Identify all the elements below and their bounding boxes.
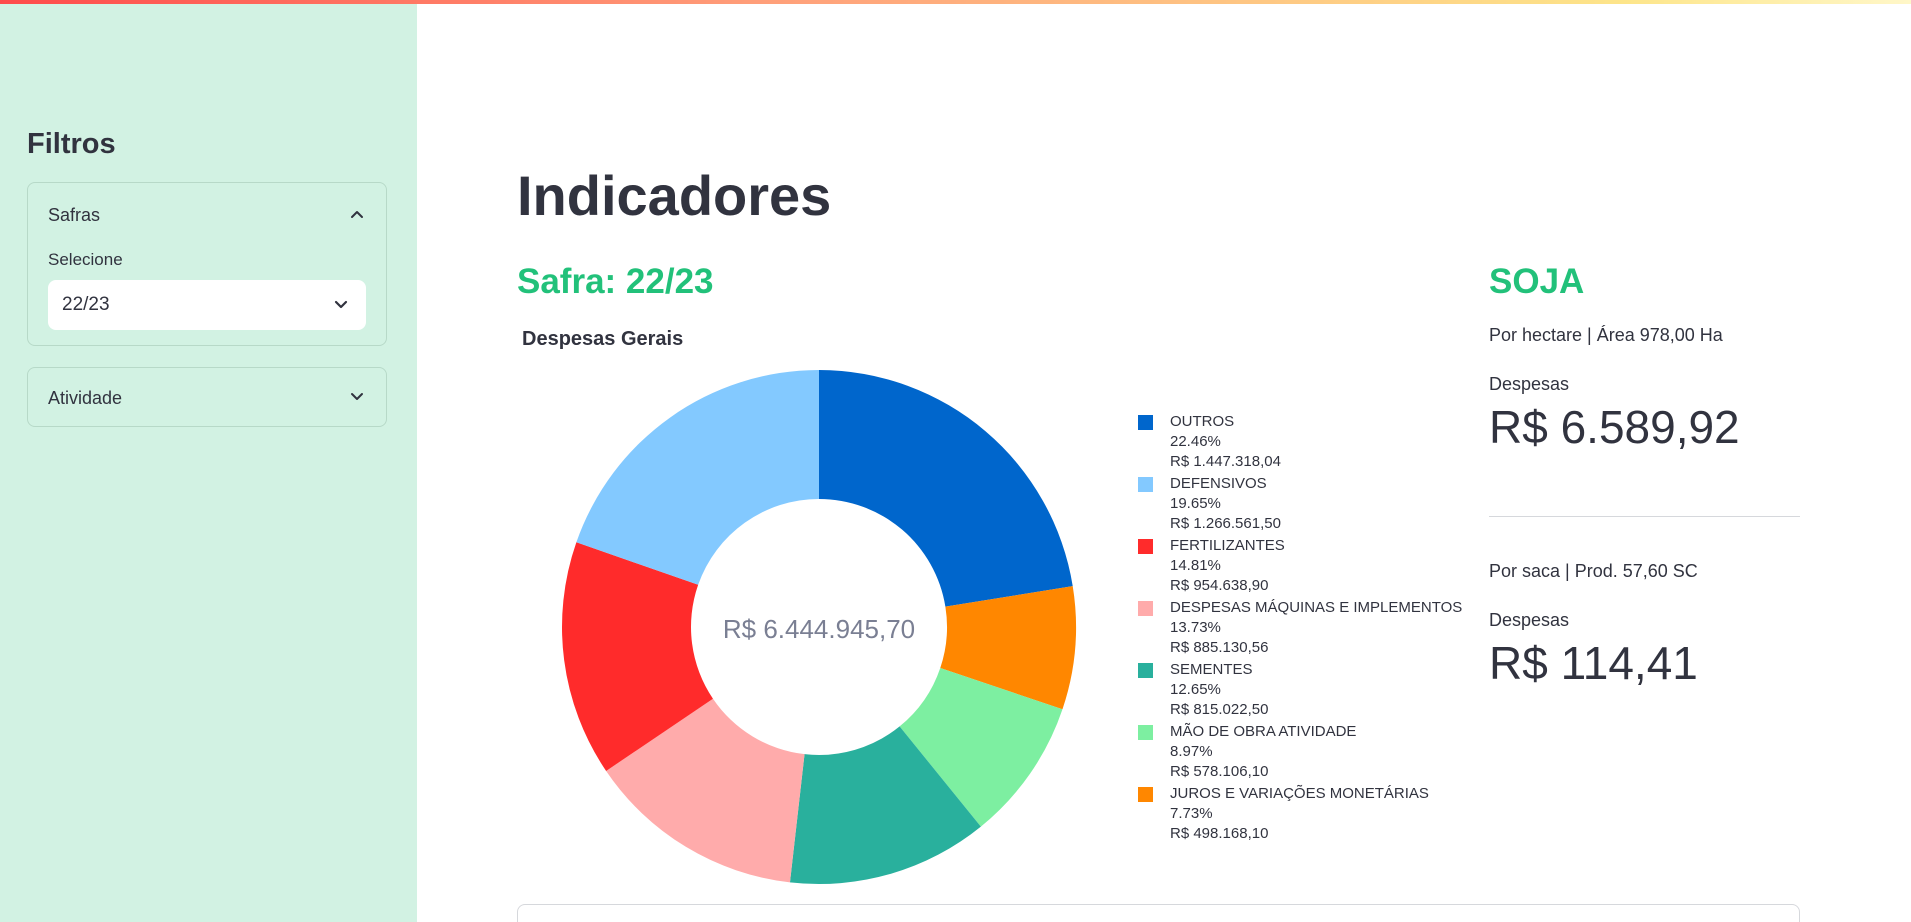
chart-legend: OUTROS 22.46% R$ 1.447.318,04 DEFENSIVOS 19.… <box>1136 412 1476 846</box>
legend-label: MÃO DE OBRA ATIVIDADE <box>1170 723 1357 740</box>
donut-slice[interactable] <box>576 370 819 585</box>
legend-amount: R$ 1.447.318,04 <box>1170 453 1281 470</box>
per-hectare-label: Despesas <box>1489 374 1570 394</box>
legend-item[interactable]: JUROS E VARIAÇÕES MONETÁRIAS 7.73% R$ 498.… <box>1136 784 1476 846</box>
legend-label: SEMENTES <box>1170 661 1253 678</box>
bottom-card <box>517 904 1800 922</box>
legend-text: SEMENTES 12.65% R$ 815.022,50 <box>1170 660 1268 720</box>
legend-label: FERTILIZANTES <box>1170 537 1285 554</box>
donut-chart: R$ 6.444.945,70 <box>562 370 1076 885</box>
legend-amount: R$ 885.130,56 <box>1170 639 1269 656</box>
donut-slice[interactable] <box>819 370 1073 607</box>
legend-item[interactable]: MÃO DE OBRA ATIVIDADE 8.97% R$ 578.106,10 <box>1136 722 1476 784</box>
legend-percent: 8.97% <box>1170 743 1213 760</box>
legend-text: DEFENSIVOS 19.65% R$ 1.266.561,50 <box>1170 474 1281 534</box>
legend-amount: R$ 815.022,50 <box>1170 701 1269 718</box>
legend-percent: 14.81% <box>1170 557 1221 574</box>
legend-swatch <box>1138 415 1153 430</box>
legend-label: OUTROS <box>1170 413 1235 430</box>
per-saca-label: Despesas <box>1489 610 1570 630</box>
legend-item[interactable]: SEMENTES 12.65% R$ 815.022,50 <box>1136 660 1476 722</box>
crop-heading: SOJA <box>1489 262 1585 301</box>
per-saca-caption: Por saca | Prod. 57,60 SC <box>1489 561 1698 581</box>
legend-text: FERTILIZANTES 14.81% R$ 954.638,90 <box>1170 536 1285 596</box>
legend-swatch <box>1138 725 1153 740</box>
legend-swatch <box>1138 663 1153 678</box>
legend-amount: R$ 498.168,10 <box>1170 825 1269 842</box>
legend-item[interactable]: DEFENSIVOS 19.65% R$ 1.266.561,50 <box>1136 474 1476 536</box>
legend-swatch <box>1138 601 1153 616</box>
legend-percent: 19.65% <box>1170 495 1221 512</box>
legend-percent: 7.73% <box>1170 805 1213 822</box>
legend-text: MÃO DE OBRA ATIVIDADE 8.97% R$ 578.106,10 <box>1170 722 1356 782</box>
legend-amount: R$ 578.106,10 <box>1170 763 1269 780</box>
legend-item[interactable]: FERTILIZANTES 14.81% R$ 954.638,90 <box>1136 536 1476 598</box>
legend-percent: 12.65% <box>1170 681 1221 698</box>
per-saca-value: R$ 114,41 <box>1489 637 1698 689</box>
legend-label: DESPESAS MÁQUINAS E IMPLEMENTOS <box>1170 599 1463 616</box>
donut-center-total: R$ 6.444.945,70 <box>723 614 915 644</box>
legend-label: JUROS E VARIAÇÕES MONETÁRIAS <box>1170 785 1429 802</box>
per-hectare-value: R$ 6.589,92 <box>1489 401 1740 453</box>
stats-divider <box>1489 516 1800 517</box>
legend-label: DEFENSIVOS <box>1170 475 1267 492</box>
legend-percent: 13.73% <box>1170 619 1221 636</box>
legend-amount: R$ 1.266.561,50 <box>1170 515 1281 532</box>
legend-item[interactable]: DESPESAS MÁQUINAS E IMPLEMENTOS 13.73% R$ … <box>1136 598 1476 660</box>
legend-amount: R$ 954.638,90 <box>1170 577 1269 594</box>
legend-text: DESPESAS MÁQUINAS E IMPLEMENTOS 13.73% R$ … <box>1170 598 1462 658</box>
legend-item[interactable]: OUTROS 22.46% R$ 1.447.318,04 <box>1136 412 1476 474</box>
legend-text: JUROS E VARIAÇÕES MONETÁRIAS 7.73% R$ 498.… <box>1170 784 1429 844</box>
legend-text: OUTROS 22.46% R$ 1.447.318,04 <box>1170 412 1281 472</box>
legend-swatch <box>1138 539 1153 554</box>
legend-swatch <box>1138 477 1153 492</box>
per-hectare-caption: Por hectare | Área 978,00 Ha <box>1489 325 1723 345</box>
legend-percent: 22.46% <box>1170 433 1221 450</box>
legend-swatch <box>1138 787 1153 802</box>
